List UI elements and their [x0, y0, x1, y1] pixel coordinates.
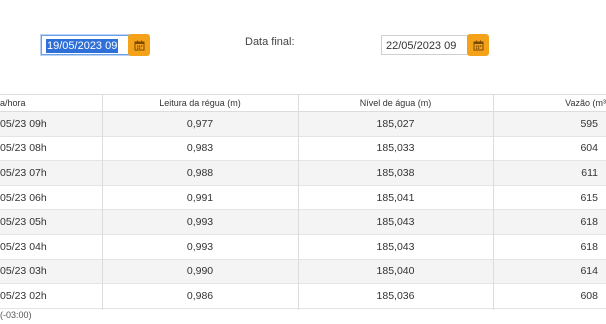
start-date-value: 19/05/2023 09: [46, 39, 119, 53]
cell-water-level: 185,040: [376, 265, 415, 278]
cell-gauge-reading: 0,990: [186, 265, 214, 278]
column-divider: [102, 94, 103, 310]
cell-water-level: 185,043: [376, 240, 415, 253]
cell-flow: 618: [580, 240, 598, 253]
column-divider: [298, 94, 299, 310]
cell-date: 05/23 06h: [0, 191, 47, 204]
table-row[interactable]: 05/23 05h 0,993 185,043 618: [0, 210, 606, 235]
cell-gauge-reading: 0,977: [186, 117, 214, 130]
table-row[interactable]: 05/23 02h 0,986 185,036 608: [0, 284, 606, 309]
date-filter-bar: 19/05/2023 09 Data final: 22/05/2023 09: [0, 0, 606, 90]
end-date-label: Data final:: [245, 36, 295, 48]
cell-flow: 604: [580, 142, 598, 155]
cell-water-level: 185,043: [376, 216, 415, 229]
calendar-icon: [134, 40, 144, 50]
table-header: a/hora Leitura da régua (m) Nível de águ…: [0, 94, 606, 112]
header-water-level[interactable]: Nível de água (m): [298, 95, 493, 111]
cell-water-level: 185,036: [376, 289, 415, 302]
cell-date: 05/23 05h: [0, 216, 47, 229]
cell-flow: 615: [580, 191, 598, 204]
start-date-calendar-button[interactable]: [128, 34, 150, 56]
header-flow[interactable]: Vazão (m³: [493, 95, 606, 111]
calendar-icon: [473, 40, 483, 50]
cell-flow: 614: [580, 265, 598, 278]
table-row[interactable]: 05/23 09h 0,977 185,027 595: [0, 112, 606, 137]
header-date[interactable]: a/hora: [0, 95, 102, 111]
cell-gauge-reading: 0,991: [186, 191, 214, 204]
end-date-calendar-button[interactable]: [467, 34, 489, 56]
table-row[interactable]: 05/23 03h 0,990 185,040 614: [0, 259, 606, 285]
cell-gauge-reading: 0,986: [186, 289, 214, 302]
table-row[interactable]: 05/23 08h 0,983 185,033 604: [0, 137, 606, 162]
header-gauge-reading[interactable]: Leitura da régua (m): [102, 95, 298, 111]
cell-water-level: 185,027: [376, 117, 415, 130]
cell-date: 05/23 04h: [0, 240, 47, 253]
cell-flow: 611: [581, 166, 598, 179]
cell-gauge-reading: 0,983: [186, 142, 214, 155]
cell-water-level: 185,033: [376, 142, 415, 155]
cell-date: 05/23 03h: [0, 265, 47, 278]
cell-water-level: 185,038: [376, 166, 415, 179]
table-row[interactable]: 05/23 06h 0,991 185,041 615: [0, 186, 606, 211]
table-row[interactable]: 05/23 04h 0,993 185,043 618: [0, 235, 606, 260]
end-date-value: 22/05/2023 09: [386, 40, 457, 52]
cell-date: 05/23 02h: [0, 289, 47, 302]
cell-date: 05/23 09h: [0, 117, 47, 130]
table-row[interactable]: 05/23 07h 0,988 185,038 611: [0, 161, 606, 186]
timezone-note: (-03:00): [0, 310, 32, 320]
cell-gauge-reading: 0,988: [186, 166, 214, 179]
end-date-input[interactable]: 22/05/2023 09: [381, 35, 468, 55]
cell-date: 05/23 08h: [0, 142, 47, 155]
cell-date: 05/23 07h: [0, 166, 47, 179]
cell-water-level: 185,041: [376, 191, 415, 204]
cell-flow: 618: [580, 216, 598, 229]
start-date-input[interactable]: 19/05/2023 09: [41, 35, 129, 55]
cell-gauge-reading: 0,993: [186, 216, 214, 229]
cell-flow: 595: [580, 117, 598, 130]
column-divider: [493, 94, 494, 310]
cell-flow: 608: [580, 289, 598, 302]
cell-gauge-reading: 0,993: [186, 240, 214, 253]
